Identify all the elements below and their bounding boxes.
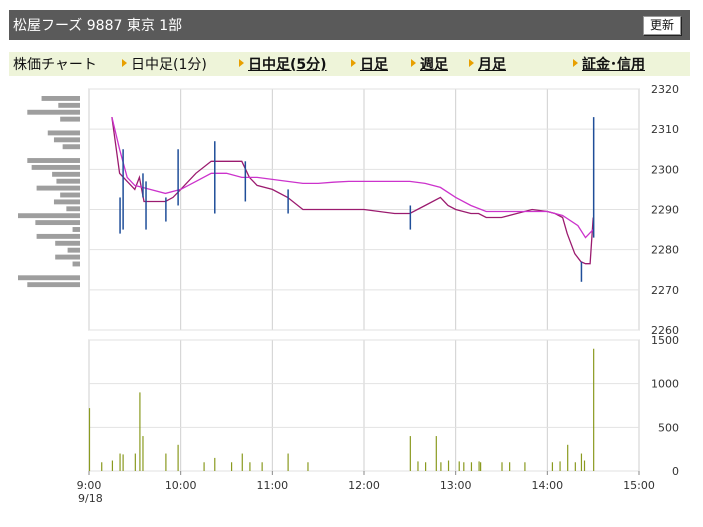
volume-profile-bar: [72, 261, 80, 267]
y-tick-label: 500: [658, 421, 679, 434]
volume-profile-bar: [66, 206, 80, 212]
y-tick-label: 1500: [651, 334, 679, 347]
x-tick-label: 12:00: [348, 479, 380, 492]
moving-average-short: [111, 117, 594, 265]
x-tick-label: 11:00: [256, 479, 288, 492]
volume-profile-bar: [58, 102, 80, 108]
moving-average-long: [111, 116, 594, 239]
volume-profile-bar: [27, 158, 80, 163]
volume-profile-bar: [18, 213, 80, 219]
volume-profile-bar: [72, 227, 80, 232]
volume-profile-bar: [31, 164, 80, 170]
volume-profile-bar: [47, 130, 80, 136]
volume-profile-bar: [53, 199, 80, 205]
volume-profile-bar: [18, 275, 80, 281]
volume-bars: [88, 348, 595, 471]
date-label: 9/18: [78, 492, 103, 505]
grid: [88, 88, 640, 472]
volume-profile-bar: [60, 116, 80, 122]
volume-profile-bar: [60, 192, 80, 198]
price-volume-chart: 9:00 10:00 11:00 12:00 13:00 14:00 15:00226022…: [18, 83, 679, 505]
volume-profile-bar: [55, 240, 80, 246]
volume-profile-bar: [36, 185, 80, 191]
volume-profile-bar: [27, 109, 80, 115]
y-tick-label: 2310: [651, 123, 679, 136]
x-tick-label: 13:00: [440, 479, 472, 492]
volume-profile-bar: [62, 144, 80, 150]
y-tick-label: 1000: [651, 378, 679, 391]
volume-profile-bar: [27, 282, 80, 288]
volume-profile-bar: [35, 220, 80, 226]
volume-profile-bar: [53, 137, 80, 143]
volume-profile-bar: [67, 247, 80, 253]
y-tick-label: 2280: [651, 244, 679, 257]
x-tick-label: 10:00: [165, 479, 197, 492]
moving-averages: [111, 116, 594, 265]
x-tick-label: 15:00: [623, 479, 655, 492]
volume-profile-bar: [36, 233, 80, 239]
y-tick-label: 2290: [651, 204, 679, 217]
x-tick-label: 9:00: [77, 479, 102, 492]
y-tick-label: 0: [672, 465, 679, 478]
x-tick-label: 14:00: [531, 479, 563, 492]
volume-profile-bar: [56, 178, 80, 184]
y-tick-label: 2300: [651, 163, 679, 176]
axes: 9:00 10:00 11:00 12:00 13:00 14:00 15:00226022…: [77, 83, 679, 492]
y-tick-label: 2320: [651, 83, 679, 96]
price-bars: [119, 117, 595, 282]
volume-profile: [18, 96, 80, 288]
volume-profile-bar: [41, 96, 80, 101]
volume-profile-bar: [52, 171, 80, 177]
y-tick-label: 2270: [651, 284, 679, 297]
volume-profile-bar: [55, 254, 80, 260]
